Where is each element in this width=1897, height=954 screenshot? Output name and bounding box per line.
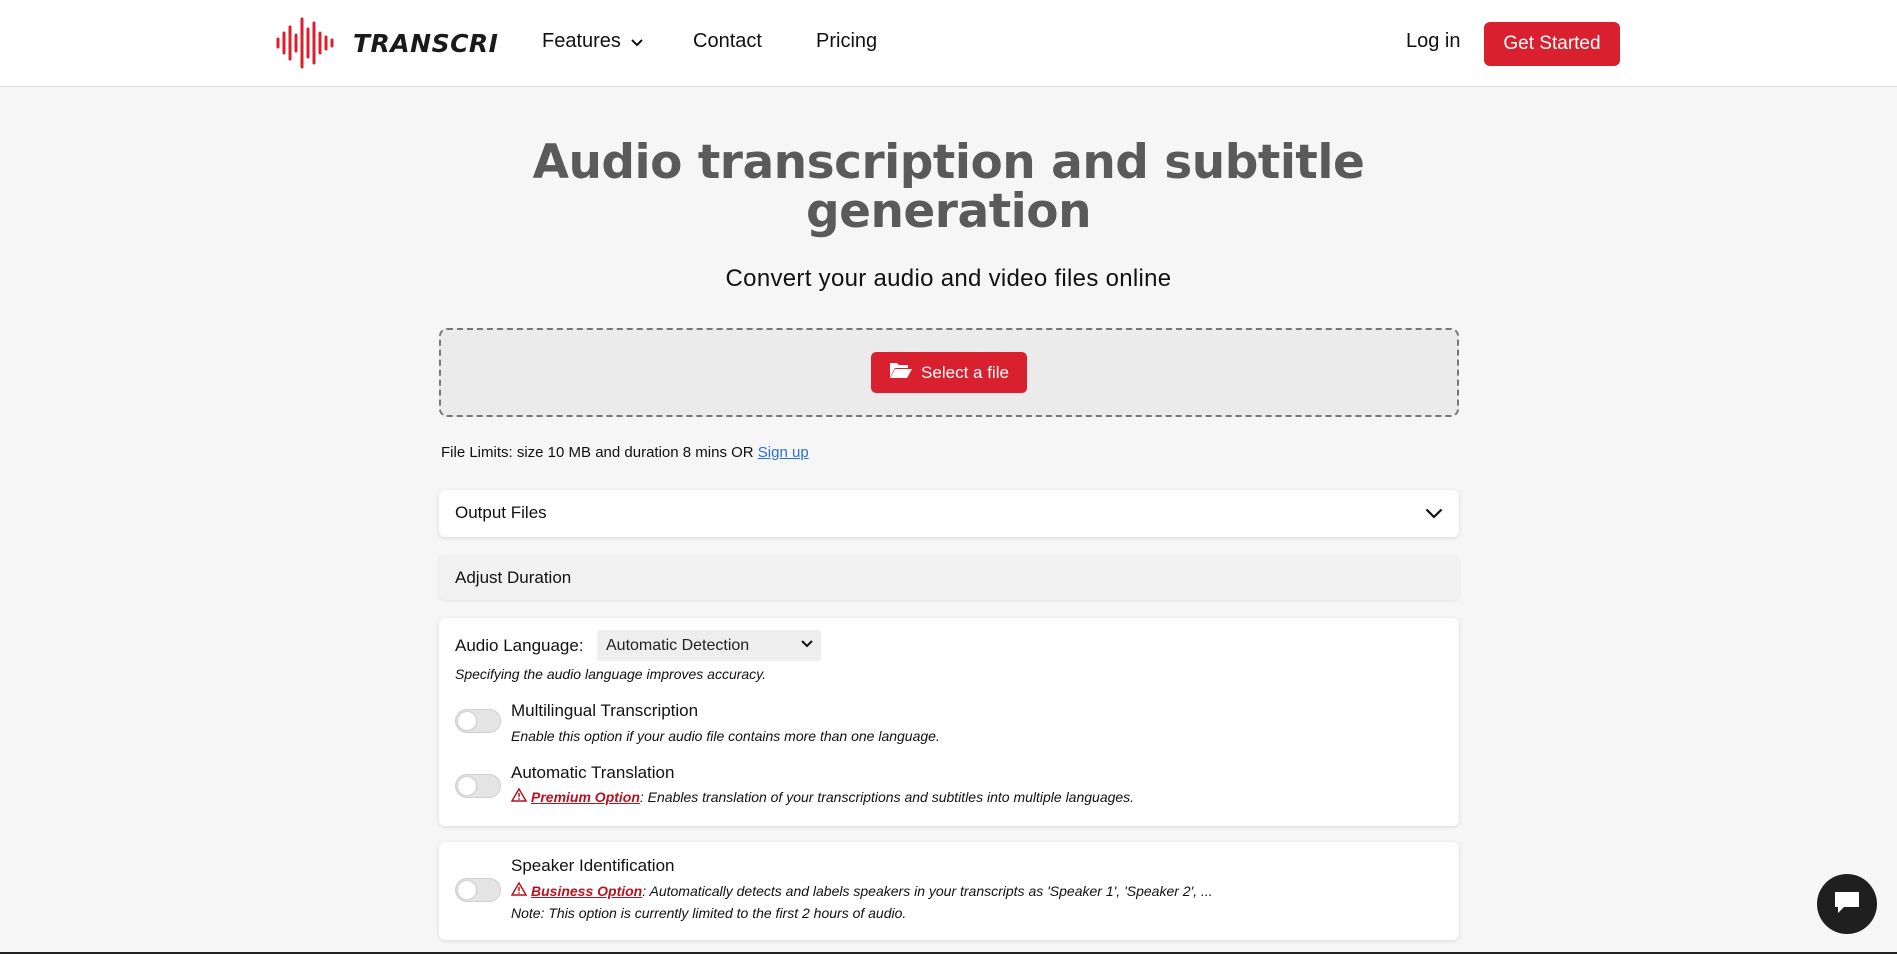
business-option-link[interactable]: Business Option (531, 883, 642, 899)
select-file-label: Select a file (921, 362, 1009, 382)
multilingual-toggle[interactable] (455, 709, 501, 733)
chat-widget-button[interactable] (1817, 874, 1877, 934)
audio-language-label: Audio Language: (455, 636, 584, 655)
chevron-down-icon[interactable] (1425, 506, 1443, 524)
file-limits: File Limits: size 10 MB and duration 8 m… (441, 444, 809, 461)
speaker-desc-row: Business Option : Automatically detects … (510, 881, 1213, 899)
multilingual-title: Multilingual Transcription (511, 701, 699, 720)
page-subtitle: Convert your audio and video files onlin… (725, 265, 1172, 292)
translation-toggle[interactable] (455, 774, 501, 798)
speaker-toggle[interactable] (455, 878, 501, 902)
speaker-note: Note: This option is currently limited t… (511, 905, 907, 921)
nav-pricing[interactable]: Pricing (816, 30, 877, 53)
chevron-down-icon (631, 30, 643, 53)
get-started-button[interactable]: Get Started (1484, 22, 1620, 66)
brand-logo[interactable]: TRANSCRI (275, 17, 498, 69)
speaker-options-panel: Speaker Identification Business Option :… (439, 842, 1459, 940)
nav-features-label: Features (542, 30, 621, 52)
waveform-icon (275, 17, 347, 69)
audio-language-value: Automatic Detection (606, 636, 750, 654)
page-title: Audio transcription and subtitle generat… (532, 135, 1365, 239)
adjust-duration-title: Adjust Duration (455, 568, 572, 587)
language-options-panel: Audio Language: Automatic Detection Spec… (439, 618, 1459, 826)
chat-bubble-icon (1832, 889, 1862, 920)
folder-open-icon (889, 361, 921, 384)
speaker-desc: : Automatically detects and labels speak… (642, 882, 1213, 899)
brand-name: TRANSCRI (353, 28, 499, 58)
adjust-duration-panel[interactable]: Adjust Duration (439, 555, 1459, 600)
nav-features[interactable]: Features (542, 30, 643, 53)
premium-option-link[interactable]: Premium Option (531, 789, 640, 805)
translation-desc: : Enables translation of your transcript… (639, 788, 1135, 805)
audio-language-select[interactable]: Automatic Detection (597, 630, 821, 661)
warning-triangle-icon (510, 881, 528, 899)
nav-contact[interactable]: Contact (693, 30, 762, 53)
file-limits-text: File Limits: size 10 MB and duration 8 m… (441, 444, 754, 461)
select-file-button[interactable]: Select a file (871, 352, 1027, 393)
output-files-panel[interactable]: Output Files (439, 490, 1459, 537)
speaker-title: Speaker Identification (511, 856, 675, 875)
login-link[interactable]: Log in (1406, 30, 1461, 53)
top-navbar: TRANSCRI Features Contact Pricing Log in… (0, 0, 1897, 87)
signup-link[interactable]: Sign up (758, 444, 809, 461)
translation-title: Automatic Translation (511, 763, 675, 782)
output-files-title: Output Files (455, 503, 547, 522)
audio-language-hint: Specifying the audio language improves a… (455, 666, 767, 682)
multilingual-desc: Enable this option if your audio file co… (511, 728, 940, 744)
warning-triangle-icon (510, 787, 528, 805)
translation-desc-row: Premium Option : Enables translation of … (510, 787, 1135, 805)
